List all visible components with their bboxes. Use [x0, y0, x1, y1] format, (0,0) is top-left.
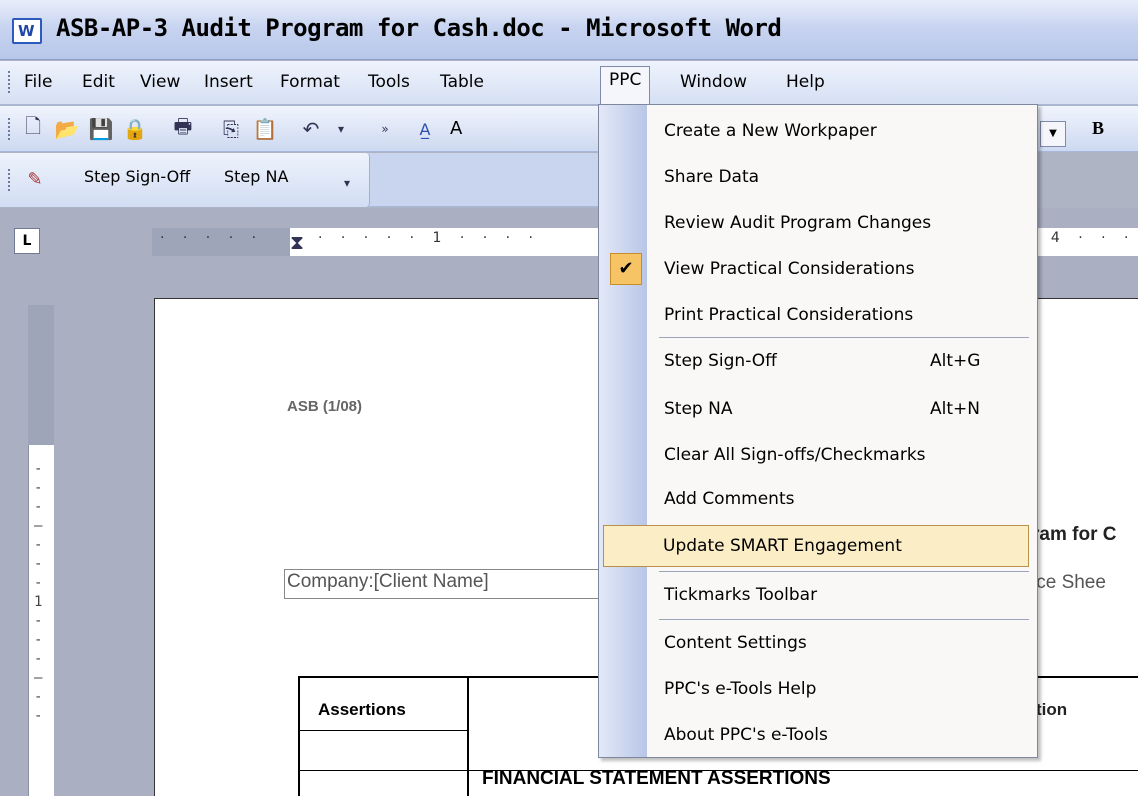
- step-na-button[interactable]: Step NA: [224, 167, 288, 186]
- menu-item-label: Create a New Workpaper: [664, 121, 877, 141]
- menu-view[interactable]: View: [132, 69, 188, 97]
- document-header: ASB (1/08): [287, 398, 363, 415]
- menu-item-label: Step Sign-Off: [664, 351, 777, 371]
- menu-item-label: Step NA: [664, 399, 733, 419]
- menu-insert-label: Insert: [204, 72, 253, 92]
- menu-item-shortcut: Alt+N: [930, 399, 980, 419]
- menu-insert[interactable]: Insert: [196, 69, 261, 97]
- title-bar: ASB-AP-3 Audit Program for Cash.doc - Mi…: [0, 0, 1138, 60]
- document-title-fragment: ram for C: [1032, 524, 1117, 545]
- checkmark-icon: ✔: [610, 253, 642, 285]
- menu-table[interactable]: Table: [432, 69, 492, 97]
- ruler-marks-right: · 4 · · ·: [1028, 230, 1136, 246]
- menu-item-label: Content Settings: [664, 633, 807, 653]
- menu-item-tickmarks-toolbar[interactable]: Tickmarks Toolbar: [600, 575, 1036, 617]
- menu-item-create-workpaper[interactable]: Create a New Workpaper: [600, 111, 1036, 153]
- open-folder-icon[interactable]: 📂: [52, 115, 82, 143]
- menu-item-print-practical-considerations[interactable]: Print Practical Considerations: [600, 295, 1036, 337]
- permission-icon[interactable]: 🔒: [120, 115, 150, 143]
- menu-item-update-smart-engagement[interactable]: Update SMART Engagement: [603, 525, 1029, 567]
- menu-item-about-etools[interactable]: About PPC's e-Tools: [600, 715, 1036, 757]
- print-icon[interactable]: 🖶: [168, 114, 198, 143]
- menu-item-label: Tickmarks Toolbar: [664, 585, 818, 605]
- menu-item-add-comments[interactable]: Add Comments: [600, 479, 1036, 521]
- menu-item-etools-help[interactable]: PPC's e-Tools Help: [600, 669, 1036, 711]
- menu-item-label: Clear All Sign-offs/Checkmarks: [664, 445, 926, 465]
- menu-edit[interactable]: Edit: [74, 69, 123, 97]
- tab-selector[interactable]: L: [14, 228, 40, 254]
- ruler-marks-left: · · · · ·: [160, 230, 264, 246]
- menu-help[interactable]: Help: [778, 69, 833, 97]
- menu-item-label: Print Practical Considerations: [664, 305, 914, 325]
- vertical-ruler-margin: [28, 305, 54, 445]
- menu-table-label: Table: [440, 72, 484, 92]
- menu-item-label: Review Audit Program Changes: [664, 213, 932, 233]
- indent-marker-icon[interactable]: ⧗: [282, 228, 312, 256]
- ppc-toolbar-grip[interactable]: [8, 169, 12, 191]
- menu-tools-label: Tools: [368, 72, 410, 92]
- table-row-divider: [298, 730, 468, 731]
- undo-icon[interactable]: ↶: [296, 115, 326, 143]
- ppc-dropdown-menu: Create a New Workpaper Share Data Review…: [598, 104, 1038, 758]
- menu-help-label: Help: [786, 72, 825, 92]
- menu-ppc-label: PPC: [609, 70, 642, 90]
- company-field[interactable]: Company:[Client Name]: [284, 569, 604, 599]
- styles-icon[interactable]: A̲: [410, 115, 440, 143]
- word-document-icon[interactable]: [12, 18, 42, 44]
- toolbar-options-icon[interactable]: ▾: [332, 169, 362, 197]
- ruler-marks-mid: · · · · · 1 · · · ·: [318, 230, 541, 246]
- menu-file[interactable]: File: [16, 69, 60, 97]
- step-signoff-button[interactable]: Step Sign-Off: [84, 167, 190, 186]
- bold-button[interactable]: B: [1092, 118, 1104, 139]
- menu-window[interactable]: Window: [672, 69, 755, 97]
- ppc-toolbar: ✎ Step Sign-Off Step NA ▾: [0, 153, 370, 207]
- table-header-assertions: Assertions: [318, 700, 406, 719]
- menu-item-label: Update SMART Engagement: [663, 536, 902, 556]
- menu-ppc[interactable]: PPC: [600, 66, 651, 106]
- menu-separator: [659, 337, 1029, 338]
- toolbar-options-icon[interactable]: »: [370, 115, 400, 143]
- save-icon[interactable]: 💾: [86, 115, 116, 143]
- menu-tools[interactable]: Tools: [360, 69, 418, 97]
- menu-format[interactable]: Format: [272, 69, 348, 97]
- table-header-fragment: tion: [1036, 700, 1068, 719]
- vertical-ruler-marks: - - - – - - - 1 - - - – - -: [34, 461, 43, 724]
- menu-item-label: Add Comments: [664, 489, 795, 509]
- menu-separator: [659, 571, 1029, 572]
- undo-dropdown-icon[interactable]: ▾: [326, 115, 356, 143]
- copy-icon[interactable]: ⎘: [216, 115, 246, 143]
- table-section-heading: FINANCIAL STATEMENT ASSERTIONS: [482, 768, 831, 789]
- menu-item-label: PPC's e-Tools Help: [664, 679, 817, 699]
- menu-item-clear-signoffs[interactable]: Clear All Sign-offs/Checkmarks: [600, 435, 1036, 477]
- new-document-icon[interactable]: 🗋: [18, 114, 48, 143]
- font-name-fragment[interactable]: A: [450, 118, 462, 139]
- menu-edit-label: Edit: [82, 72, 115, 92]
- menu-view-label: View: [140, 72, 181, 92]
- menu-item-view-practical-considerations[interactable]: ✔ View Practical Considerations: [600, 249, 1036, 291]
- step-signoff-icon[interactable]: ✎: [20, 165, 50, 193]
- menu-file-label: File: [24, 72, 53, 92]
- menu-item-label: Share Data: [664, 167, 760, 187]
- paste-icon[interactable]: 📋: [250, 115, 280, 143]
- menu-item-shortcut: Alt+G: [930, 351, 981, 371]
- menu-item-review-changes[interactable]: Review Audit Program Changes: [600, 203, 1036, 245]
- window-title: ASB-AP-3 Audit Program for Cash.doc - Mi…: [56, 14, 782, 42]
- font-size-dropdown[interactable]: ▼: [1040, 121, 1066, 147]
- menu-item-label: View Practical Considerations: [664, 259, 915, 279]
- menu-item-step-signoff[interactable]: Step Sign-Off Alt+G: [600, 341, 1036, 383]
- menu-separator: [659, 619, 1029, 620]
- menu-item-share-data[interactable]: Share Data: [600, 157, 1036, 199]
- menu-window-label: Window: [680, 72, 748, 92]
- menubar-grip[interactable]: [8, 71, 12, 93]
- menu-bar: File Edit View Insert Format Tools Table…: [0, 61, 1138, 106]
- table-divider: [467, 676, 469, 796]
- right-field-fragment: ice Shee: [1032, 572, 1106, 593]
- menu-item-step-na[interactable]: Step NA Alt+N: [600, 389, 1036, 431]
- menu-item-content-settings[interactable]: Content Settings: [600, 623, 1036, 665]
- menu-item-label: About PPC's e-Tools: [664, 725, 828, 745]
- toolbar-grip[interactable]: [8, 118, 12, 140]
- menu-format-label: Format: [280, 72, 340, 92]
- ppc-toolbar-area: ✎ Step Sign-Off Step NA ▾: [0, 153, 640, 207]
